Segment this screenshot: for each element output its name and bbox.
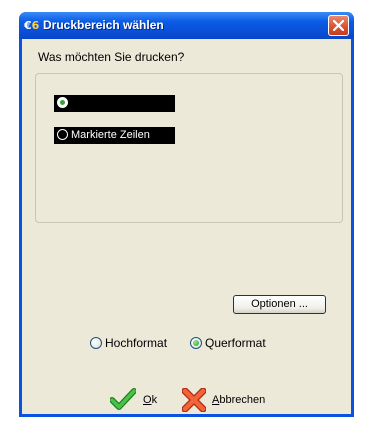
cancel-label: Abbrechen [212, 394, 266, 406]
options-button[interactable]: Optionen ... [233, 295, 326, 314]
print-area-option-1[interactable] [54, 95, 175, 112]
window-title: Druckbereich wählen [43, 18, 164, 32]
cancel-button[interactable]: Abbrechen [182, 388, 272, 412]
portrait-label: Hochformat [105, 336, 168, 350]
landscape-label: Querformat [205, 336, 266, 350]
title-bar[interactable]: €6 Druckbereich wählen [19, 12, 354, 39]
dialog-body: Was möchten Sie drucken? Markierte Zeile… [22, 39, 351, 414]
prompt-label: Was möchten Sie drucken? [38, 50, 185, 64]
close-button[interactable] [328, 15, 349, 36]
close-icon [333, 20, 344, 31]
radio-unselected-icon [90, 337, 102, 349]
checkmark-icon [110, 388, 136, 410]
print-area-option-2-label: Markierte Zeilen [71, 129, 150, 141]
radio-selected-icon [57, 97, 68, 108]
app-icon: €6 [24, 19, 40, 32]
print-area-option-selected-rows[interactable]: Markierte Zeilen [54, 127, 175, 144]
radio-unselected-icon [57, 129, 68, 140]
cancel-x-icon [182, 388, 206, 412]
radio-selected-icon [190, 337, 202, 349]
ok-label: Ok [143, 394, 158, 406]
ok-button[interactable]: Ok [110, 388, 165, 412]
dialog-window: €6 Druckbereich wählen Was möchten Sie d… [19, 12, 354, 417]
